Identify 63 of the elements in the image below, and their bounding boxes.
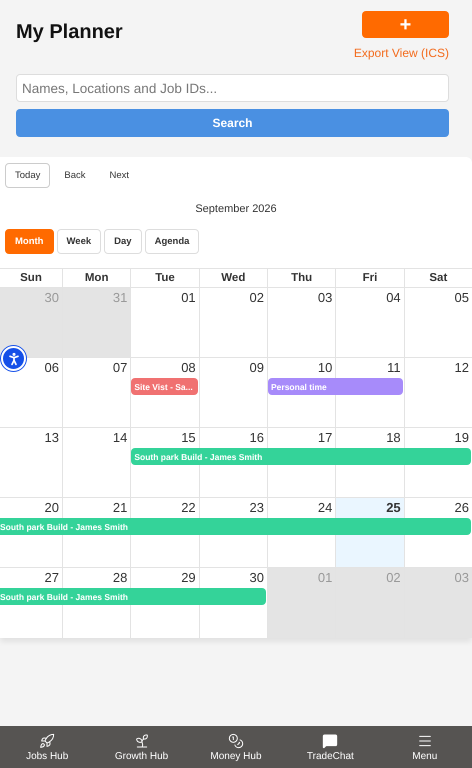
date-number: 02 (386, 570, 401, 585)
date-number: 30 (250, 570, 264, 585)
date-number: 14 (112, 430, 128, 445)
date-number: 28 (112, 570, 128, 585)
date-number: 31 (112, 290, 128, 305)
view-tab[interactable]: Agenda (144, 229, 200, 254)
nav-label: Growth Hub (114, 750, 168, 762)
search-field[interactable]: Names, Locations and Job IDs... (16, 74, 449, 102)
weekday-header: Tue (130, 269, 199, 287)
date-number: 29 (181, 570, 196, 585)
weekday-header: Wed (198, 269, 267, 287)
nav-item[interactable]: Jobs Hub (7, 732, 88, 762)
weekday-header: Thu (267, 269, 336, 287)
page-title: My Planner (16, 21, 123, 45)
date-number: 24 (318, 500, 332, 515)
date-number: 16 (250, 430, 264, 445)
nav-label: Jobs Hub (26, 750, 68, 762)
date-number: 22 (181, 500, 196, 515)
date-number: 03 (318, 290, 332, 305)
date-number: 13 (44, 430, 59, 445)
date-number: 20 (44, 500, 59, 515)
coins-icon (228, 732, 244, 748)
date-number: 06 (44, 360, 59, 375)
date-number: 12 (454, 360, 469, 375)
date-number: 18 (386, 430, 401, 445)
weekday-header: Fri (335, 269, 404, 287)
date-number: 01 (181, 290, 196, 305)
date-number: 03 (454, 570, 469, 585)
nav-item[interactable]: Menu (384, 732, 465, 762)
date-number: 15 (181, 430, 196, 445)
date-number: 26 (454, 500, 469, 515)
date-number: 19 (454, 430, 469, 445)
date-number: 04 (386, 290, 401, 305)
date-number: 11 (387, 360, 401, 375)
date-number: 07 (112, 360, 128, 375)
date-number: 08 (181, 360, 196, 375)
date-number: 27 (44, 570, 59, 585)
date-number: 23 (250, 500, 264, 515)
weekday-header: Sun (19, 271, 43, 286)
view-tab[interactable]: Week (56, 229, 102, 254)
weekday-header: Sat (404, 269, 472, 287)
nav-button[interactable]: Today (5, 163, 50, 188)
date-number: 17 (318, 430, 332, 445)
date-number: 01 (318, 570, 332, 585)
nav-item[interactable]: Growth Hub (102, 732, 182, 762)
sprout-icon (134, 732, 150, 748)
date-number: 02 (250, 290, 264, 305)
nav-item[interactable]: TradeChat (290, 732, 370, 762)
rocket-icon (39, 732, 56, 748)
date-number: 09 (250, 360, 264, 375)
date-number: 05 (454, 290, 469, 305)
nav-label: Menu (412, 750, 438, 762)
date-number: 30 (44, 290, 59, 305)
date-number: 21 (112, 500, 128, 515)
weekday-header: Mon (62, 269, 130, 287)
date-number: 25 (386, 500, 401, 515)
nav-item[interactable]: Money Hub (196, 732, 276, 762)
month-label: September 2026 (194, 203, 278, 215)
view-tab[interactable]: Day (104, 229, 142, 254)
date-number: 10 (318, 360, 332, 375)
chat-icon (322, 732, 338, 748)
nav-label: TradeChat (306, 750, 354, 762)
nav-label: Money Hub (210, 750, 262, 762)
